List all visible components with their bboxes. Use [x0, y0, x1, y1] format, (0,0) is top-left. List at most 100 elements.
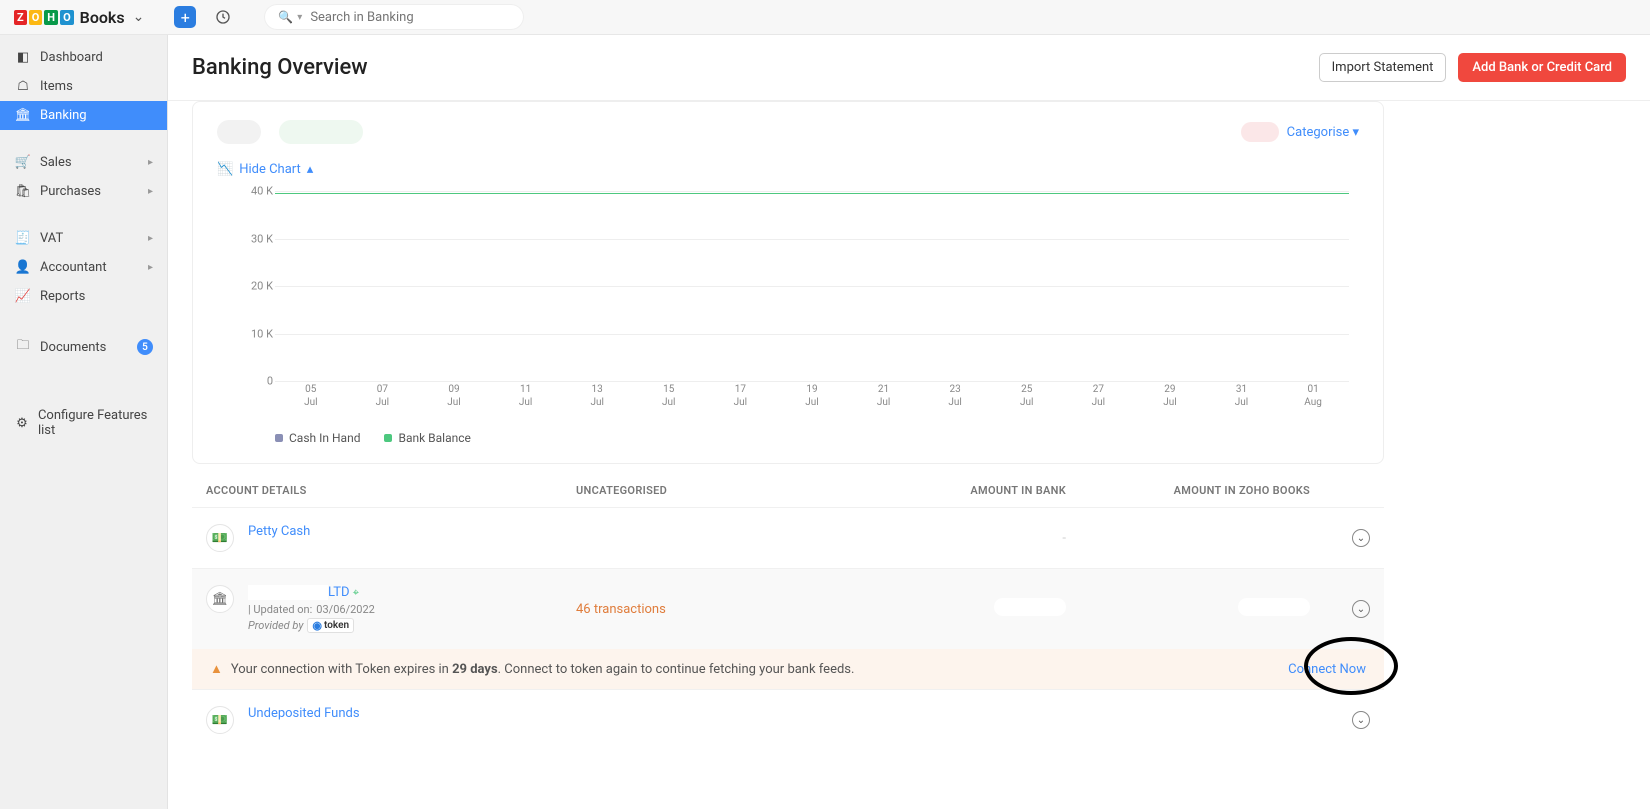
- account-name-link[interactable]: LTD: [248, 585, 350, 600]
- accounts-table-header: ACCOUNT DETAILS UNCATEGORISED AMOUNT IN …: [192, 464, 1384, 507]
- transactions-link[interactable]: 46 transactions: [576, 602, 666, 617]
- caret-up-icon: ▴: [307, 162, 314, 177]
- import-statement-button[interactable]: Import Statement: [1319, 53, 1447, 82]
- x-tick-label: 09Jul: [418, 383, 490, 421]
- x-tick-label: 01Aug: [1277, 383, 1349, 421]
- legend-label: Cash In Hand: [289, 431, 360, 445]
- gridline: 0: [275, 381, 1349, 382]
- nav-dashboard[interactable]: ◧Dashboard: [0, 43, 167, 72]
- account-name-link[interactable]: Undeposited Funds: [248, 706, 360, 721]
- nav-label: Accountant: [40, 260, 107, 275]
- nav-label: Configure Features list: [38, 408, 153, 438]
- th-uncategorised: UNCATEGORISED: [576, 484, 866, 497]
- nav-purchases[interactable]: 🛍Purchases▸: [0, 177, 167, 206]
- x-tick-label: 13Jul: [561, 383, 633, 421]
- bank-icon: 🏛: [206, 585, 234, 613]
- x-tick-label: 05Jul: [275, 383, 347, 421]
- chevron-down-icon[interactable]: ⌄: [133, 9, 145, 25]
- sidebar: ◧Dashboard ☖Items 🏛Banking 🛒Sales▸ 🛍Purc…: [0, 35, 168, 809]
- legend-item[interactable]: Cash In Hand: [275, 431, 360, 445]
- topbar: ZOHO Books ⌄ + 🔍 ▾: [0, 0, 1650, 35]
- items-icon: ☖: [14, 79, 32, 94]
- legend-color-dot: [384, 434, 392, 442]
- chevron-right-icon: ▸: [148, 157, 153, 168]
- provided-by-label: Provided by: [248, 619, 303, 632]
- dashboard-icon: ◧: [14, 50, 32, 65]
- x-tick-label: 15Jul: [633, 383, 705, 421]
- th-amount-bank: AMOUNT IN BANK: [866, 484, 1066, 497]
- nav-configure[interactable]: ⚙ Configure Features list: [0, 401, 167, 445]
- nav-label: Reports: [40, 289, 85, 304]
- account-row-undeposited[interactable]: 💵 Undeposited Funds ⌄: [192, 689, 1384, 750]
- row-menu-button[interactable]: ⌄: [1352, 529, 1370, 547]
- x-tick-label: 31Jul: [1206, 383, 1278, 421]
- accountant-icon: 👤: [14, 260, 32, 275]
- chevron-right-icon: ▸: [148, 186, 153, 197]
- vat-icon: 🧾: [14, 231, 32, 246]
- filter-chip[interactable]: [217, 120, 261, 144]
- filter-chip[interactable]: [279, 120, 363, 144]
- search-icon: 🔍: [278, 10, 293, 24]
- caret-down-icon[interactable]: ▾: [297, 12, 302, 23]
- connection-warning: ▲ Your connection with Token expires in …: [192, 649, 1384, 689]
- nav-banking[interactable]: 🏛 Banking: [0, 101, 167, 130]
- reports-icon: 📈: [14, 289, 32, 304]
- x-tick-label: 23Jul: [919, 383, 991, 421]
- redacted-amount: [1238, 598, 1310, 616]
- nav-reports[interactable]: 📈 Reports: [0, 282, 167, 311]
- add-bank-button[interactable]: Add Bank or Credit Card: [1458, 53, 1626, 82]
- y-tick-label: 30 K: [245, 232, 273, 245]
- sales-icon: 🛒: [14, 155, 32, 170]
- chevron-right-icon: ▸: [148, 233, 153, 244]
- chevron-right-icon: ▸: [148, 262, 153, 273]
- caret-down-icon: ▾: [1352, 125, 1359, 140]
- y-tick-label: 20 K: [245, 280, 273, 293]
- nav-sales[interactable]: 🛒 Sales ▸: [0, 148, 167, 177]
- hide-chart-toggle[interactable]: 📉 Hide Chart ▴: [217, 162, 1359, 177]
- cash-icon: 💵: [206, 706, 234, 734]
- documents-icon: 🗀: [14, 336, 32, 358]
- history-icon[interactable]: [212, 6, 234, 28]
- x-tick-label: 07Jul: [347, 383, 419, 421]
- search-input-wrapper[interactable]: 🔍 ▾: [264, 4, 524, 30]
- legend-color-dot: [275, 434, 283, 442]
- nav-documents[interactable]: 🗀Documents5: [0, 329, 167, 365]
- app-logo[interactable]: ZOHO Books ⌄: [14, 8, 144, 27]
- settings-icon: ⚙: [14, 416, 30, 431]
- banking-icon: 🏛: [14, 108, 32, 123]
- quick-add-button[interactable]: +: [174, 6, 196, 28]
- chart-legend: Cash In Hand Bank Balance: [275, 431, 1359, 445]
- th-amount-zoho: AMOUNT IN ZOHO BOOKS: [1066, 484, 1310, 497]
- cash-icon: 💵: [206, 524, 234, 552]
- chart-icon: 📉: [217, 162, 233, 177]
- connect-now-link[interactable]: Connect Now: [1288, 662, 1366, 677]
- nav-label: Documents: [40, 340, 106, 355]
- feed-icon: ⌖: [353, 586, 359, 599]
- x-tick-label: 27Jul: [1063, 383, 1135, 421]
- nav-items[interactable]: ☖Items: [0, 72, 167, 101]
- redacted-amount: [994, 598, 1066, 616]
- nav-accountant[interactable]: 👤 Accountant ▸: [0, 253, 167, 282]
- categorise-link[interactable]: Categorise ▾: [1287, 125, 1359, 140]
- legend-item[interactable]: Bank Balance: [384, 431, 470, 445]
- updated-date: 03/06/2022: [316, 603, 375, 616]
- row-menu-button[interactable]: ⌄: [1352, 600, 1370, 618]
- nav-vat[interactable]: 🧾 VAT ▸: [0, 224, 167, 253]
- gridline: 40 K: [275, 191, 1349, 192]
- nav-label: Sales: [40, 155, 72, 170]
- x-tick-label: 21Jul: [848, 383, 920, 421]
- account-row-bank[interactable]: 🏛 LTD ⌖ | Updated on: 03/06/2022 Provide…: [192, 568, 1384, 649]
- chart-card: Categorise ▾ 📉 Hide Chart ▴ 0 10 K 20 K 30 …: [192, 101, 1384, 464]
- search-input[interactable]: [310, 10, 510, 25]
- row-menu-button[interactable]: ⌄: [1352, 711, 1370, 729]
- nav-label: Banking: [40, 108, 87, 123]
- account-name-link[interactable]: Petty Cash: [248, 524, 310, 539]
- app-name: Books: [80, 8, 125, 27]
- y-tick-label: 0: [245, 375, 273, 388]
- nav-label: Purchases: [40, 184, 101, 199]
- account-row-petty-cash[interactable]: 💵 Petty Cash - ⌄: [192, 507, 1384, 568]
- nav-label: VAT: [40, 231, 63, 246]
- series-line-bank-balance: [275, 193, 1349, 194]
- th-account: ACCOUNT DETAILS: [206, 484, 576, 497]
- gridline: 10 K: [275, 334, 1349, 335]
